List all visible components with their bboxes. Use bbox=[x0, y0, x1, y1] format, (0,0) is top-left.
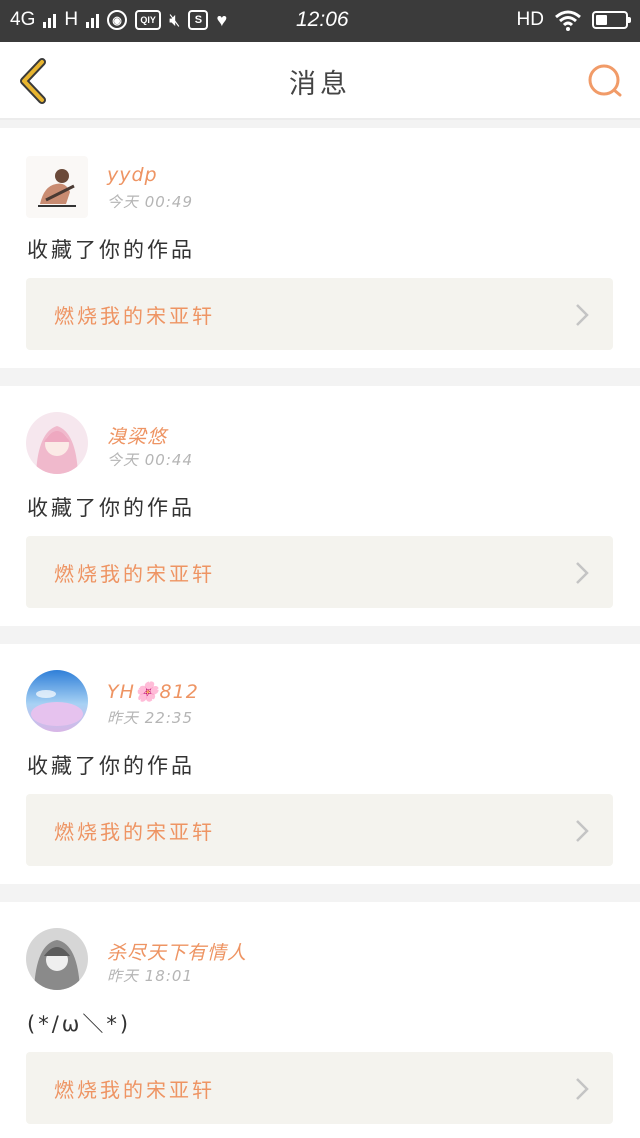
timestamp: 昨天 22:35 bbox=[107, 709, 193, 727]
avatar[interactable] bbox=[26, 156, 88, 218]
work-title: 燃烧我的宋亚轩 bbox=[54, 1078, 215, 1102]
username[interactable]: YH🌸812 bbox=[107, 680, 199, 703]
clock: 12:06 bbox=[296, 8, 349, 31]
avatar[interactable] bbox=[26, 928, 88, 990]
shield-icon: ♥ bbox=[216, 9, 228, 30]
status-bar-right: HD bbox=[516, 9, 631, 31]
avatar[interactable] bbox=[26, 670, 88, 732]
timestamp: 昨天 18:01 bbox=[107, 967, 193, 985]
mute-icon: 🔇︎ bbox=[169, 9, 181, 30]
wifi-icon bbox=[555, 10, 581, 31]
work-link[interactable]: 燃烧我的宋亚轩 bbox=[26, 536, 613, 608]
chevron-right-icon bbox=[576, 820, 589, 842]
browser-icon: ◉ bbox=[107, 10, 128, 30]
username[interactable]: 杀尽天下有情人 bbox=[107, 938, 247, 965]
message-card: yydp 今天 00:49 收藏了你的作品 燃烧我的宋亚轩 bbox=[0, 128, 640, 368]
message-card: 杀尽天下有情人 昨天 18:01 (*/ω＼*) 燃烧我的宋亚轩 bbox=[0, 902, 640, 1138]
signal-icon-2 bbox=[86, 12, 100, 28]
network-h-label: H bbox=[64, 9, 79, 30]
message-card: YH🌸812 昨天 22:35 收藏了你的作品 燃烧我的宋亚轩 bbox=[0, 644, 640, 884]
signal-icon bbox=[43, 12, 57, 28]
work-title: 燃烧我的宋亚轩 bbox=[54, 562, 215, 586]
message-text: 收藏了你的作品 bbox=[27, 754, 195, 778]
work-link[interactable]: 燃烧我的宋亚轩 bbox=[26, 794, 613, 866]
message-card: 溴梁悠 今天 00:44 收藏了你的作品 燃烧我的宋亚轩 bbox=[0, 386, 640, 626]
username[interactable]: yydp bbox=[107, 164, 158, 186]
battery-icon bbox=[592, 11, 631, 29]
work-link[interactable]: 燃烧我的宋亚轩 bbox=[26, 278, 613, 350]
message-text: 收藏了你的作品 bbox=[27, 238, 195, 262]
chevron-right-icon bbox=[576, 1078, 589, 1100]
timestamp: 今天 00:44 bbox=[107, 451, 193, 469]
battery-fill bbox=[596, 15, 607, 25]
avatar[interactable] bbox=[26, 412, 88, 474]
s-badge-icon: S bbox=[188, 10, 209, 30]
qiyi-icon: QIY bbox=[135, 10, 162, 30]
network-4g-label: 4G bbox=[10, 9, 36, 30]
work-title: 燃烧我的宋亚轩 bbox=[54, 304, 215, 328]
status-bar: 4G H ◉ QIY 🔇︎ S ♥ 12:06 HD bbox=[0, 0, 640, 42]
work-link[interactable]: 燃烧我的宋亚轩 bbox=[26, 1052, 613, 1124]
status-bar-left: 4G H ◉ QIY 🔇︎ S ♥ bbox=[10, 9, 227, 31]
chevron-right-icon bbox=[576, 304, 589, 326]
page-title: 消息 bbox=[289, 69, 351, 100]
timestamp: 今天 00:49 bbox=[107, 193, 193, 211]
message-text: 收藏了你的作品 bbox=[27, 496, 195, 520]
search-icon[interactable] bbox=[586, 62, 624, 100]
nav-bar: 消息 bbox=[0, 42, 640, 120]
message-text: (*/ω＼*) bbox=[27, 1012, 132, 1036]
chevron-right-icon bbox=[576, 562, 589, 584]
work-title: 燃烧我的宋亚轩 bbox=[54, 820, 215, 844]
hd-label: HD bbox=[516, 9, 544, 30]
username[interactable]: 溴梁悠 bbox=[107, 422, 167, 449]
